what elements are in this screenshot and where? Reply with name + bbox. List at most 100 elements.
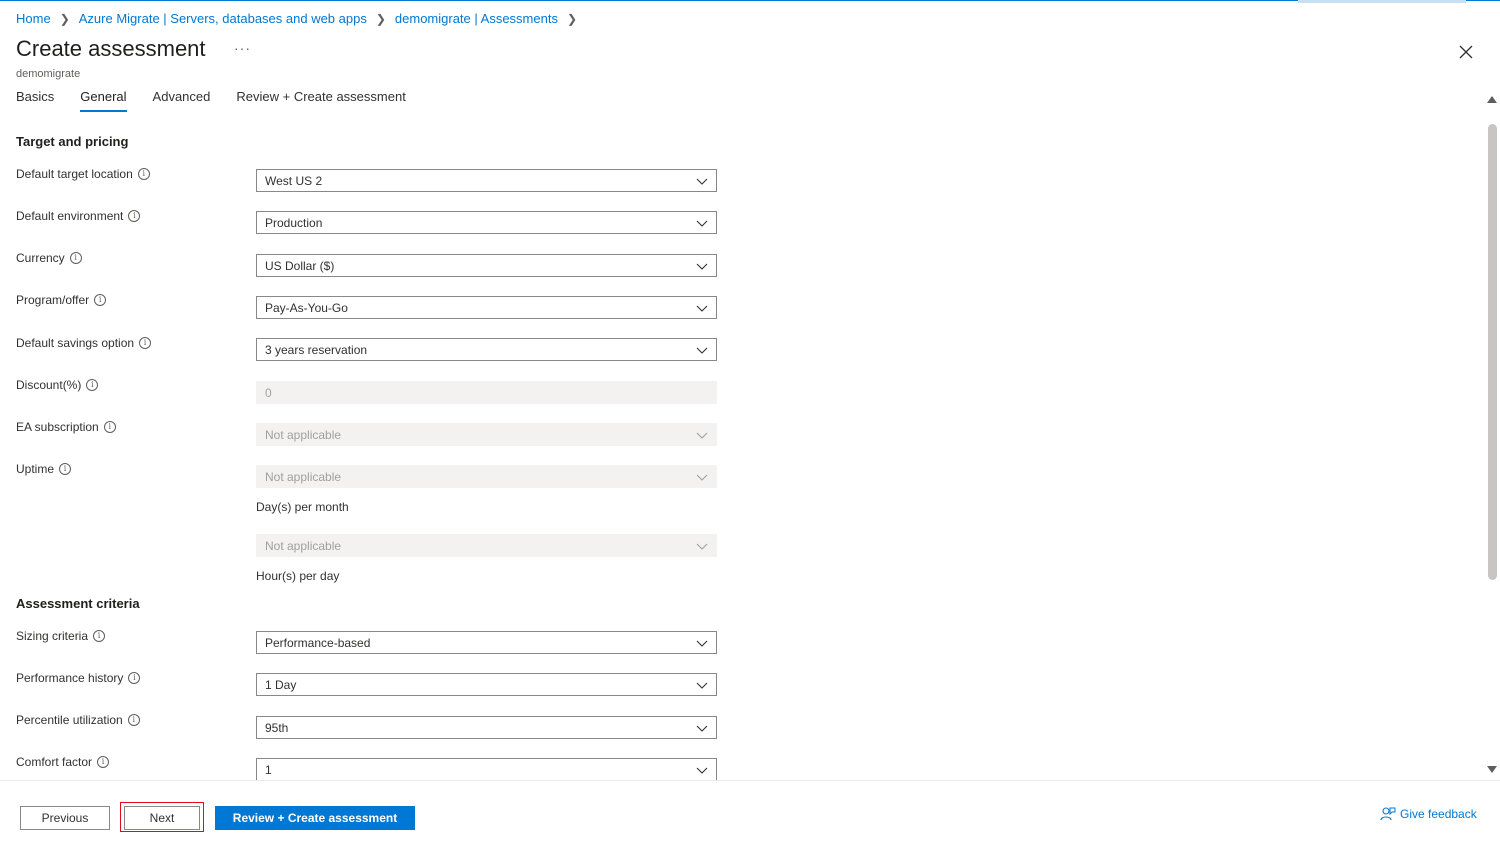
program-dropdown[interactable]: Pay-As-You-Go	[256, 296, 717, 319]
close-icon[interactable]	[1456, 42, 1476, 62]
uptime-days-value: Not applicable	[265, 469, 342, 484]
uptime-days-dropdown[interactable]: Not applicable	[256, 465, 717, 488]
sizing-label-text: Sizing criteria	[16, 629, 89, 643]
breadcrumb-home[interactable]: Home	[16, 11, 51, 26]
info-icon[interactable]: i	[97, 756, 110, 768]
currency-label-text: Currency	[16, 251, 65, 265]
feedback-icon	[1380, 807, 1396, 821]
comfort-dropdown[interactable]: 1	[256, 758, 717, 781]
section-target-pricing: Target and pricing	[16, 134, 129, 149]
discount-label-text: Discount(%)	[16, 378, 82, 392]
uptime-hours-dropdown[interactable]: Not applicable	[256, 534, 717, 557]
uptime-days-helper: Day(s) per month	[256, 500, 349, 514]
info-icon[interactable]: i	[59, 463, 72, 475]
info-icon[interactable]: i	[94, 294, 107, 306]
info-icon[interactable]: i	[69, 252, 82, 264]
currency-label: Currency i	[16, 251, 82, 265]
percentile-label: Percentile utilization i	[16, 713, 140, 727]
program-label-text: Program/offer	[16, 293, 90, 307]
chevron-down-icon	[696, 767, 708, 774]
page-subtitle: demomigrate	[16, 68, 81, 80]
chevron-down-icon	[696, 220, 708, 227]
scrollbar-thumb[interactable]	[1488, 124, 1497, 580]
environment-label-text: Default environment	[16, 209, 124, 223]
savings-dropdown[interactable]: 3 years reservation	[256, 338, 717, 361]
target-location-label: Default target location i	[16, 167, 150, 181]
tab-basics[interactable]: Basics	[16, 89, 54, 112]
uptime-label-text: Uptime	[16, 462, 55, 476]
sizing-value: Performance-based	[265, 635, 371, 650]
ea-subscription-label-text: EA subscription	[16, 420, 99, 434]
perf-history-label: Performance history i	[16, 671, 141, 685]
chevron-down-icon	[696, 178, 708, 185]
perf-history-value: 1 Day	[265, 677, 297, 692]
chevron-down-icon	[696, 543, 708, 550]
info-icon[interactable]: i	[128, 672, 141, 684]
savings-value: 3 years reservation	[265, 342, 368, 357]
chevron-down-icon	[696, 682, 708, 689]
ea-subscription-value: Not applicable	[265, 427, 342, 442]
target-location-value: West US 2	[265, 173, 323, 188]
uptime-hours-value: Not applicable	[265, 538, 342, 553]
previous-button[interactable]: Previous	[20, 806, 110, 830]
give-feedback-label: Give feedback	[1400, 807, 1477, 821]
info-icon[interactable]: i	[93, 630, 106, 642]
section-assessment-criteria: Assessment criteria	[16, 596, 140, 611]
chevron-right-icon: ❯	[566, 11, 578, 26]
uptime-hours-helper: Hour(s) per day	[256, 569, 340, 583]
target-location-label-text: Default target location	[16, 167, 133, 181]
breadcrumb-azure-migrate[interactable]: Azure Migrate | Servers, databases and w…	[79, 11, 367, 26]
info-icon[interactable]: i	[86, 379, 99, 391]
chevron-down-icon	[696, 347, 708, 354]
discount-label: Discount(%) i	[16, 378, 99, 392]
target-location-dropdown[interactable]: West US 2	[256, 169, 717, 192]
chevron-down-icon	[696, 474, 708, 481]
give-feedback-link[interactable]: Give feedback	[1380, 806, 1477, 822]
tab-review-create[interactable]: Review + Create assessment	[236, 89, 405, 112]
discount-input[interactable]: 0	[256, 381, 717, 404]
chevron-down-icon	[696, 263, 708, 270]
info-icon[interactable]: i	[103, 421, 116, 433]
environment-label: Default environment i	[16, 209, 141, 223]
ea-subscription-dropdown[interactable]: Not applicable	[256, 423, 717, 446]
discount-value: 0	[265, 385, 272, 400]
scroll-down-arrow[interactable]	[1487, 766, 1497, 773]
comfort-label-text: Comfort factor	[16, 755, 93, 769]
next-button[interactable]: Next	[124, 806, 200, 830]
scroll-up-arrow[interactable]	[1487, 96, 1497, 103]
tab-bar: Basics General Advanced Review + Create …	[16, 89, 432, 112]
breadcrumb: Home ❯ Azure Migrate | Servers, database…	[16, 11, 586, 26]
info-icon[interactable]: i	[139, 337, 152, 349]
chevron-down-icon	[696, 725, 708, 732]
top-accent-line	[0, 0, 1500, 1]
info-icon[interactable]: i	[137, 168, 150, 180]
review-create-button[interactable]: Review + Create assessment	[215, 806, 415, 830]
page-title: Create assessment	[16, 36, 206, 61]
perf-history-dropdown[interactable]: 1 Day	[256, 673, 717, 696]
tab-advanced[interactable]: Advanced	[153, 89, 211, 112]
environment-dropdown[interactable]: Production	[256, 211, 717, 234]
program-value: Pay-As-You-Go	[265, 300, 348, 315]
chevron-right-icon: ❯	[59, 11, 70, 26]
breadcrumb-assessments[interactable]: demomigrate | Assessments	[395, 11, 558, 26]
uptime-label: Uptime i	[16, 462, 72, 476]
currency-dropdown[interactable]: US Dollar ($)	[256, 254, 717, 277]
comfort-value: 1	[265, 762, 272, 777]
sizing-dropdown[interactable]: Performance-based	[256, 631, 717, 654]
more-options-icon[interactable]: ···	[234, 40, 251, 56]
chevron-down-icon	[696, 432, 708, 439]
perf-history-label-text: Performance history	[16, 671, 124, 685]
chevron-right-icon: ❯	[375, 11, 386, 26]
percentile-dropdown[interactable]: 95th	[256, 716, 717, 739]
tab-general[interactable]: General	[80, 89, 127, 112]
currency-value: US Dollar ($)	[265, 258, 335, 273]
percentile-value: 95th	[265, 720, 289, 735]
info-icon[interactable]: i	[128, 210, 141, 222]
savings-label: Default savings option i	[16, 336, 152, 350]
program-label: Program/offer i	[16, 293, 107, 307]
comfort-label: Comfort factor i	[16, 755, 110, 769]
percentile-label-text: Percentile utilization	[16, 713, 123, 727]
info-icon[interactable]: i	[127, 714, 140, 726]
footer-bar: Previous Next Review + Create assessment…	[0, 780, 1500, 846]
environment-value: Production	[265, 215, 323, 230]
